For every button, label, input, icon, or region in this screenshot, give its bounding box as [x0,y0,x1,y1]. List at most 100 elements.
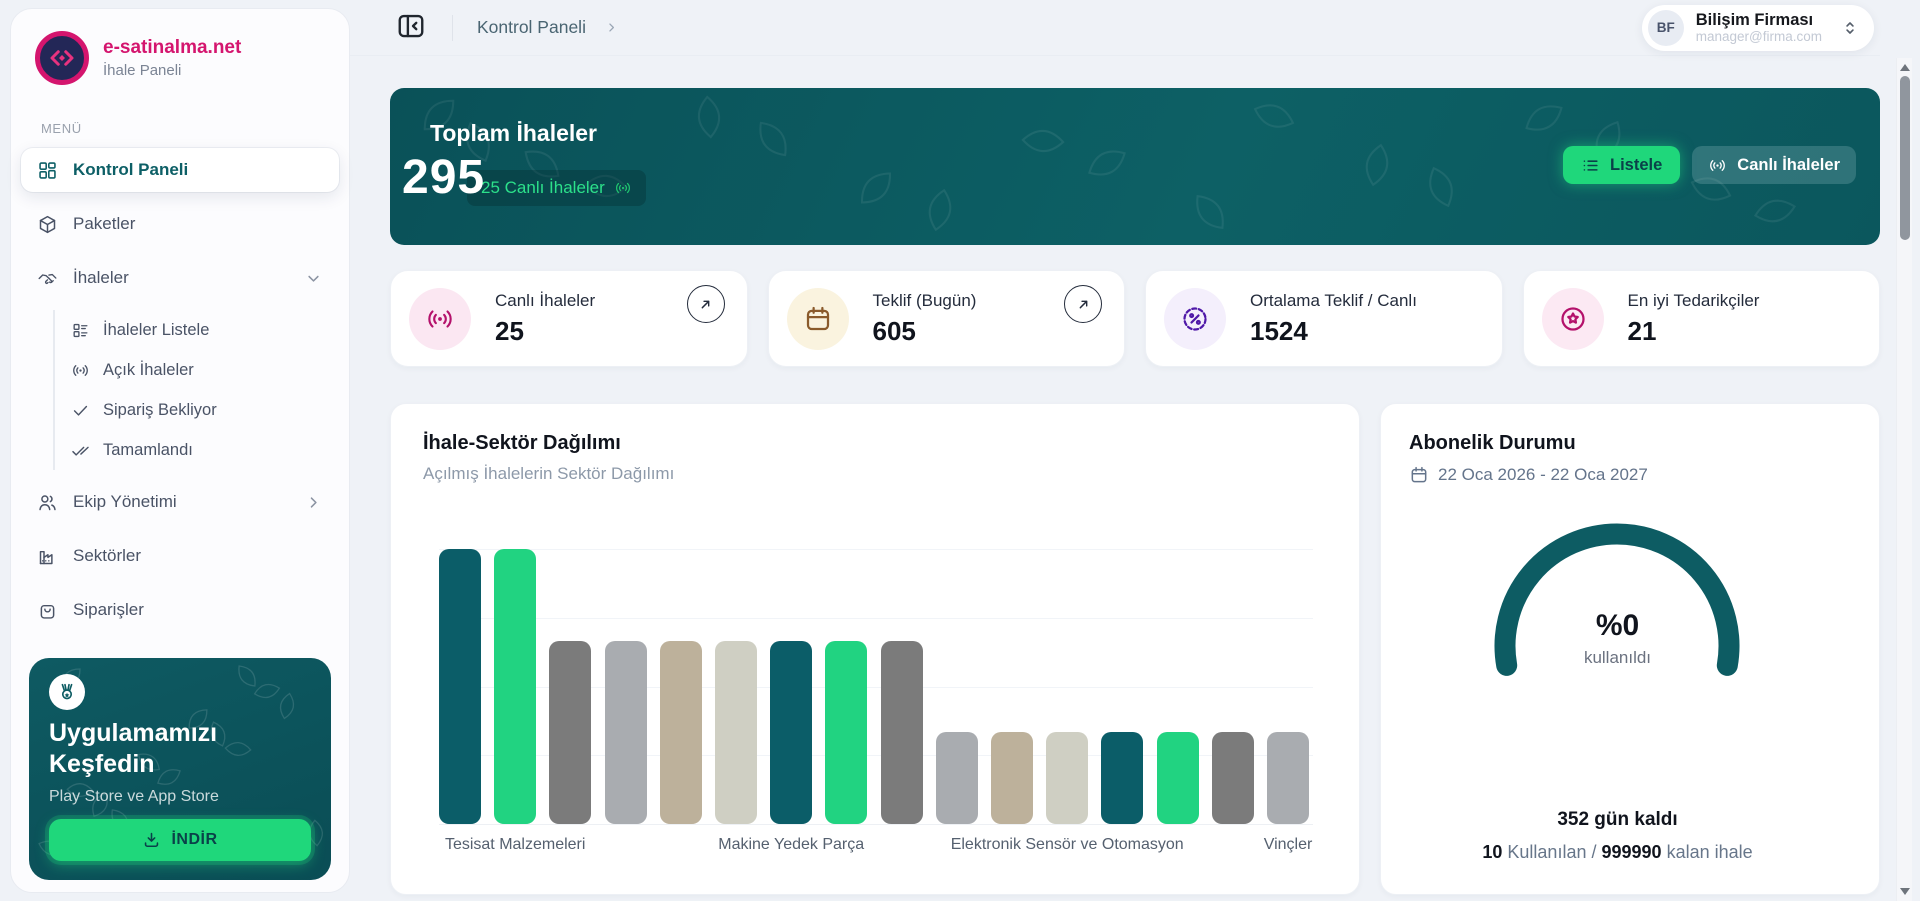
sidebar-item-label: Kontrol Paneli [73,160,188,180]
stat-card-teklif-bugun: Teklif (Bugün) 605 [768,270,1126,367]
subscription-status-card: Abonelik Durumu 22 Oca 2026 - 22 Oca 202… [1380,403,1880,895]
topbar-divider [452,15,453,41]
shopping-bag-icon [37,600,58,621]
listele-button[interactable]: Listele [1563,146,1680,184]
bar-sector-12[interactable] [1101,732,1143,824]
vertical-scrollbar[interactable] [1896,58,1912,901]
breadcrumb[interactable]: Kontrol Paneli [477,17,586,38]
x-tick-label: Elektronik Sensör ve Otomasyon [951,836,1184,854]
stat-label: En iyi Tedarikçiler [1628,291,1760,311]
stat-card-canli-ihaleler: Canlı İhaleler 25 [390,270,748,367]
bar-sector-0[interactable] [439,549,481,824]
bar-sector-7[interactable] [825,641,867,824]
chart-title: İhale-Sektör Dağılımı [423,432,1335,455]
stats-row: Canlı İhaleler 25 Teklif (Bugün) 605 [390,270,1880,367]
leaf-pattern [270,689,303,722]
percent-circle-icon [1164,288,1226,350]
leaf-pattern [234,663,261,690]
bar-sector-15[interactable] [1267,732,1309,824]
chevron-down-icon [304,269,323,288]
leaf-pattern [250,674,283,707]
main-area: Kontrol Paneli BF Bilişim Firması manage… [350,0,1880,901]
check-icon [71,401,90,420]
user-menu[interactable]: BF Bilişim Firması manager@firma.com [1642,5,1874,51]
usage-percent-label: kullanıldı [1381,648,1854,668]
gridline [439,549,1313,550]
promo-subtitle: Play Store ve App Store [49,788,311,806]
sidebar-item-ihaleler-listele[interactable]: İhaleler Listele [71,310,331,350]
canli-ihaleler-button[interactable]: Canlı İhaleler [1692,146,1856,184]
sidebar-item-siparis-bekliyor[interactable]: Sipariş Bekliyor [71,390,331,430]
stat-value: 25 [495,316,595,347]
users-icon [37,492,58,513]
list-icon [1581,156,1600,175]
sidebar-item-ihaleler[interactable]: İhaleler [21,256,339,300]
subscription-date-range-row: 22 Oca 2026 - 22 Oca 2027 [1409,465,1851,485]
bar-sector-11[interactable] [1046,732,1088,824]
scroll-up-button[interactable] [1900,63,1910,71]
avatar: BF [1648,10,1684,46]
topbar: Kontrol Paneli BF Bilişim Firması manage… [350,0,1880,56]
x-tick-label: Makine Yedek Parça [718,836,864,854]
canli-button-label: Canlı İhaleler [1737,156,1840,175]
chevron-up-down-icon [1840,18,1860,38]
brand-block[interactable]: e-satinalma.net İhale Paneli [29,29,331,87]
bar-sector-10[interactable] [991,732,1033,824]
sidebar-item-tamamlandi[interactable]: Tamamlandı [71,430,331,470]
leaf-pattern [1521,95,1568,142]
bar-sector-9[interactable] [936,732,978,824]
download-app-button[interactable]: İNDİR [49,819,311,861]
leaf-pattern [914,184,967,237]
bar-sector-5[interactable] [715,641,757,824]
bar-sector-14[interactable] [1212,732,1254,824]
leaf-pattern [1016,114,1070,168]
bar-sector-4[interactable] [660,641,702,824]
leaf-pattern [752,118,795,161]
broadcast-icon [614,179,632,197]
subscription-title: Abonelik Durumu [1409,432,1851,455]
sidebar-item-sektorler[interactable]: Sektörler [21,534,339,578]
stat-label: Teklif (Bugün) [873,291,977,311]
brand-name: e-satinalma.net [103,37,241,59]
list-grid-icon [71,321,90,340]
bar-sector-2[interactable] [549,641,591,824]
scrollbar-thumb[interactable] [1900,76,1910,240]
user-email: manager@firma.com [1696,29,1822,44]
sidebar-collapse-button[interactable] [394,11,428,45]
sidebar-item-label: Paketler [73,214,135,234]
brand-logo-icon [35,31,89,85]
bar-sector-13[interactable] [1157,732,1199,824]
handshake-icon [37,268,58,289]
calendar-icon [787,288,849,350]
ihaleler-submenu: İhaleler Listele Açık İhaleler Sipariş B… [53,310,331,470]
bar-sector-1[interactable] [494,549,536,824]
sidebar-item-acik-ihaleler[interactable]: Açık İhaleler [71,350,331,390]
bar-sector-3[interactable] [605,641,647,824]
factory-icon [37,546,58,567]
used-count: 10 [1482,842,1502,862]
scroll-down-button[interactable] [1900,888,1910,896]
bar-sector-6[interactable] [770,641,812,824]
leaf-pattern [1749,185,1801,237]
stat-label: Ortalama Teklif / Canlı [1250,291,1417,311]
bar-sector-8[interactable] [881,641,923,824]
chart-subtitle: Açılmış İhalelerin Sektör Dağılımı [423,464,1335,484]
x-tick-label: Tesisat Malzemeleri [445,836,585,854]
used-label: Kullanılan / [1507,842,1601,862]
live-tenders-badge: 25 Canlı İhaleler [467,170,646,206]
lower-cards-row: İhale-Sektör Dağılımı Açılmış İhalelerin… [390,403,1880,895]
stat-open-button[interactable] [687,285,725,323]
leaf-pattern [1351,139,1404,192]
sidebar-item-kontrol-paneli[interactable]: Kontrol Paneli [21,148,339,192]
total-tenders-banner: Toplam İhaleler 295 25 Canlı İhaleler Li… [390,88,1880,245]
remaining-label: kalan ihale [1667,842,1753,862]
sidebar-item-ekip-yonetimi[interactable]: Ekip Yönetimi [21,480,339,524]
leaf-pattern [1416,162,1466,212]
app-promo-card: Uygulamamızı Keşfedin Play Store ve App … [29,658,331,880]
leaf-pattern [1083,139,1130,186]
sidebar-item-paketler[interactable]: Paketler [21,202,339,246]
sidebar-item-siparisler[interactable]: Siparişler [21,588,339,632]
user-name: Bilişim Firması [1696,11,1822,29]
stat-open-button[interactable] [1064,285,1102,323]
arrow-up-right-icon [697,296,714,313]
